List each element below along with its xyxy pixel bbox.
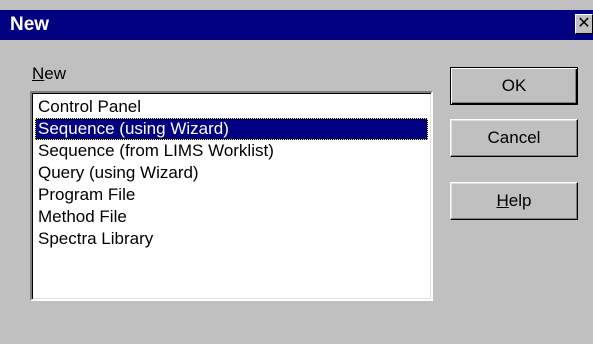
ok-button-label: OK bbox=[501, 76, 527, 95]
list-item[interactable]: Method File bbox=[35, 206, 428, 228]
list-items: Control Panel Sequence (using Wizard) Sequ… bbox=[32, 93, 431, 250]
cancel-button[interactable]: Cancel bbox=[450, 119, 578, 157]
list-item[interactable]: Query (using Wizard) bbox=[35, 162, 428, 184]
list-item[interactable]: Spectra Library bbox=[35, 228, 428, 250]
new-dialog: New ✕ New Control Panel Sequence (using W… bbox=[0, 0, 593, 344]
ok-button[interactable]: OK bbox=[450, 67, 578, 105]
help-button-rest: elp bbox=[508, 191, 532, 210]
cancel-button-label: Cancel bbox=[487, 128, 541, 147]
list-label-rest: ew bbox=[44, 64, 67, 83]
list-label-mnemonic: N bbox=[32, 64, 45, 83]
close-icon: ✕ bbox=[577, 15, 591, 32]
title-bar[interactable]: New ✕ bbox=[0, 10, 593, 40]
close-button[interactable]: ✕ bbox=[575, 14, 593, 34]
list-item[interactable]: Program File bbox=[35, 184, 428, 206]
list-item[interactable]: Sequence (using Wizard) bbox=[35, 118, 428, 140]
new-item-listbox[interactable]: Control Panel Sequence (using Wizard) Sequ… bbox=[30, 91, 433, 301]
help-button[interactable]: Help bbox=[450, 182, 578, 220]
list-item[interactable]: Control Panel bbox=[35, 96, 428, 118]
dialog-title: New bbox=[10, 14, 50, 35]
list-item[interactable]: Sequence (from LIMS Worklist) bbox=[35, 140, 428, 162]
help-button-mnemonic: H bbox=[496, 191, 509, 210]
list-label: New bbox=[32, 64, 66, 84]
